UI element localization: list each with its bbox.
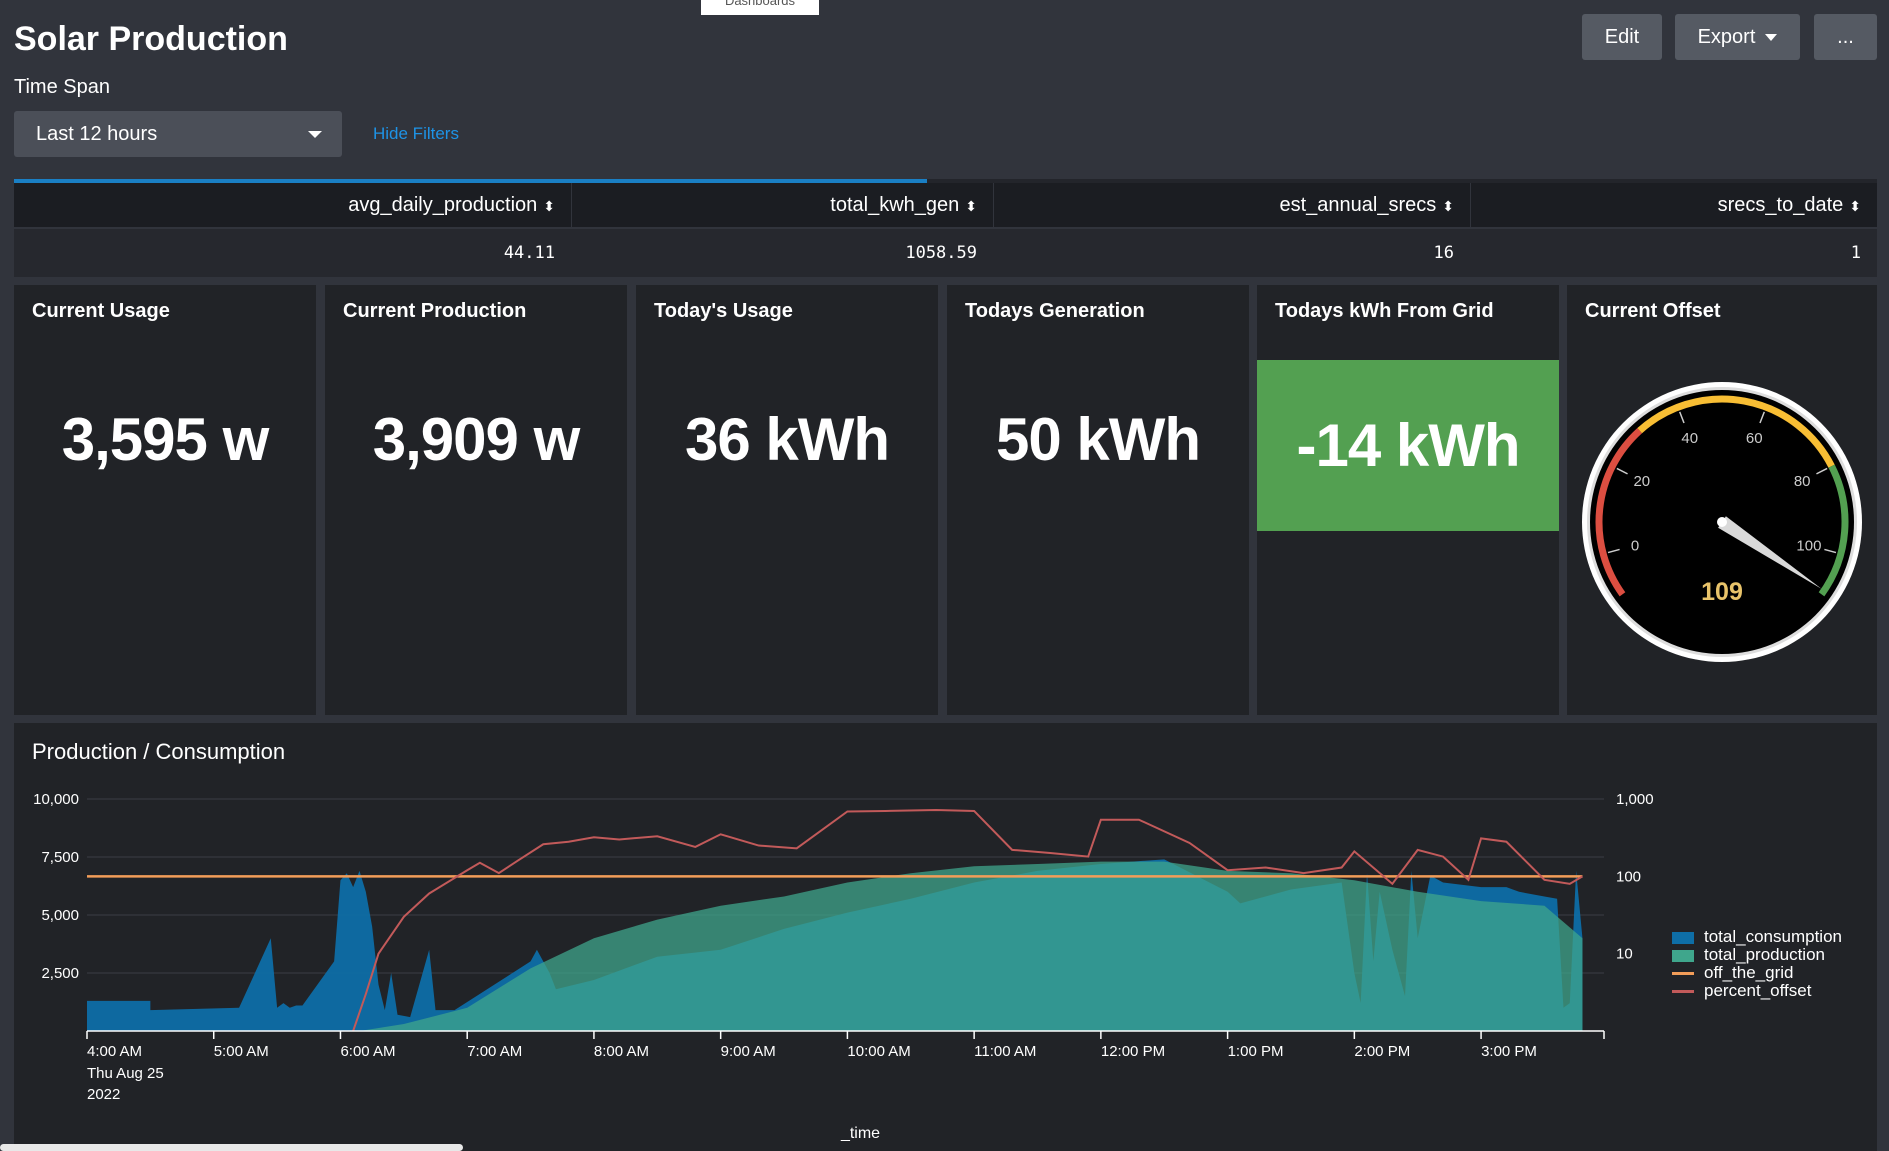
panel-title: Current Production — [343, 300, 527, 322]
panel-title: Today's Usage — [654, 300, 793, 322]
y-right-tick-label: 10 — [1616, 946, 1633, 963]
gauge-tick-label: 0 — [1631, 537, 1639, 554]
x-axis-tick-label: 12:00 PM — [1101, 1043, 1165, 1060]
table-cell: 16 — [1433, 243, 1454, 263]
chart-legend: total_consumption total_production off_the… — [1672, 928, 1842, 1000]
chevron-down-icon — [1765, 34, 1778, 42]
area-chart: 2,500 5,000 7,500 10,000 10 100 1,000 4:00 AM 5:… — [33, 791, 1654, 1142]
edit-button[interactable]: Edit — [1582, 14, 1662, 60]
y-axis-tick-label: 2,500 — [41, 965, 79, 982]
x-axis-tick-label: 10:00 AM — [847, 1043, 910, 1060]
x-axis-tick-label: 4:00 AM — [87, 1043, 142, 1060]
chart-panel-production-consumption: Production / Consumption 2,500 5,000 7,500… — [14, 723, 1877, 1151]
legend-item[interactable]: percent_offset — [1672, 982, 1842, 1000]
legend-item[interactable]: total_consumption — [1672, 928, 1842, 946]
legend-swatch — [1672, 972, 1694, 975]
y-axis-tick-label: 7,500 — [41, 849, 79, 866]
table-cell: 1058.59 — [905, 243, 977, 263]
panel-title: Todays Generation — [965, 300, 1145, 322]
y-right-tick-label: 100 — [1616, 868, 1641, 885]
chevron-down-icon — [308, 131, 322, 138]
time-span-dropdown[interactable]: Last 12 hours — [14, 111, 342, 157]
y-right-tick-label: 1,000 — [1616, 791, 1654, 808]
legend-item[interactable]: off_the_grid — [1672, 964, 1842, 982]
x-axis-date-label: 2022 — [87, 1086, 120, 1103]
column-header-label: srecs_to_date — [1717, 194, 1844, 216]
legend-label: total_consumption — [1704, 927, 1842, 946]
single-value-panel-todays-usage: Today's Usage 36 kWh — [636, 285, 938, 715]
gauge-tick-label: 60 — [1746, 430, 1763, 447]
single-value: 50 kWh — [995, 406, 1201, 473]
gauge-tick-label: 80 — [1794, 473, 1811, 490]
sort-icon: ⬍ — [965, 198, 977, 214]
single-value-panel-todays-generation: Todays Generation 50 kWh — [947, 285, 1249, 715]
legend-swatch — [1672, 990, 1694, 993]
more-actions-button[interactable]: ... — [1814, 14, 1877, 60]
export-button-label: Export — [1697, 26, 1756, 48]
sort-icon: ⬍ — [1849, 198, 1861, 214]
single-value-panel-current-production: Current Production 3,909 w — [325, 285, 627, 715]
single-value: 3,595 w — [61, 406, 270, 473]
x-axis-title: _time — [840, 1125, 880, 1142]
x-axis-tick-label: 7:00 AM — [467, 1043, 522, 1060]
gauge-panel-current-offset: Current Offset 0 20 40 60 80 100 109 — [1567, 285, 1877, 715]
edit-button-label: Edit — [1604, 26, 1640, 48]
single-value: -14 kWh — [1257, 360, 1559, 531]
legend-swatch — [1672, 950, 1694, 962]
single-value: 36 kWh — [684, 406, 890, 473]
column-header-label: est_annual_srecs — [1279, 194, 1437, 216]
hide-filters-link[interactable]: Hide Filters — [373, 124, 459, 144]
export-button[interactable]: Export — [1675, 14, 1800, 60]
x-axis-tick-label: 3:00 PM — [1481, 1043, 1537, 1060]
x-axis-tick-label: 2:00 PM — [1354, 1043, 1410, 1060]
column-header-srecs-to-date[interactable]: srecs_to_date ⬍ — [1470, 183, 1877, 227]
horizontal-scrollbar[interactable] — [0, 1144, 463, 1151]
table-cell: 1 — [1850, 243, 1861, 263]
x-axis-date-label: Thu Aug 25 — [87, 1065, 164, 1082]
y-axis-tick-label: 5,000 — [41, 907, 79, 924]
sort-icon: ⬍ — [543, 198, 555, 214]
gauge-tick-label: 100 — [1796, 537, 1821, 554]
more-actions-label: ... — [1837, 26, 1854, 48]
x-axis-tick-label: 6:00 AM — [340, 1043, 395, 1060]
single-value-panel-current-usage: Current Usage 3,595 w — [14, 285, 316, 715]
gauge-tick-label: 40 — [1681, 430, 1698, 447]
dashboards-tab-label: Dashboards — [724, 0, 796, 8]
table-row: 44.11 1058.59 16 1 — [14, 229, 1877, 277]
legend-label: percent_offset — [1704, 981, 1812, 1000]
column-header-avg-daily-production[interactable]: avg_daily_production ⬍ — [14, 183, 571, 227]
radial-gauge: 0 20 40 60 80 100 109 — [1582, 382, 1862, 662]
legend-label: total_production — [1704, 945, 1825, 964]
x-axis-tick-label: 9:00 AM — [721, 1043, 776, 1060]
gauge-hub — [1717, 517, 1727, 527]
gauge-tick-label: 20 — [1633, 473, 1650, 490]
column-header-label: avg_daily_production — [348, 194, 538, 216]
column-header-est-annual-srecs[interactable]: est_annual_srecs ⬍ — [993, 183, 1470, 227]
column-header-total-kwh-gen[interactable]: total_kwh_gen ⬍ — [571, 183, 993, 227]
summary-table-header: avg_daily_production ⬍ total_kwh_gen ⬍ est… — [14, 183, 1877, 227]
x-axis-tick-label: 11:00 AM — [974, 1043, 1036, 1060]
legend-label: off_the_grid — [1704, 963, 1794, 982]
x-axis-tick-label: 1:00 PM — [1228, 1043, 1284, 1060]
dashboards-tab[interactable]: Dashboards — [701, 0, 819, 15]
panel-title: Todays kWh From Grid — [1275, 300, 1494, 322]
single-value: 3,909 w — [372, 406, 581, 473]
table-cell: 44.11 — [503, 243, 555, 263]
x-axis-tick-label: 5:00 AM — [214, 1043, 269, 1060]
x-axis-tick-label: 8:00 AM — [594, 1043, 649, 1060]
gauge-value: 109 — [1701, 578, 1743, 606]
panel-title: Current Usage — [32, 300, 170, 322]
sort-icon: ⬍ — [1442, 198, 1454, 214]
legend-swatch — [1672, 932, 1694, 944]
y-axis-tick-label: 10,000 — [33, 791, 79, 808]
time-span-value: Last 12 hours — [36, 123, 158, 145]
page-title: Solar Production — [14, 20, 288, 58]
legend-item[interactable]: total_production — [1672, 946, 1842, 964]
column-header-label: total_kwh_gen — [830, 194, 960, 216]
single-value-panel-grid-kwh: Todays kWh From Grid -14 kWh — [1257, 285, 1559, 715]
time-span-label: Time Span — [14, 76, 110, 98]
